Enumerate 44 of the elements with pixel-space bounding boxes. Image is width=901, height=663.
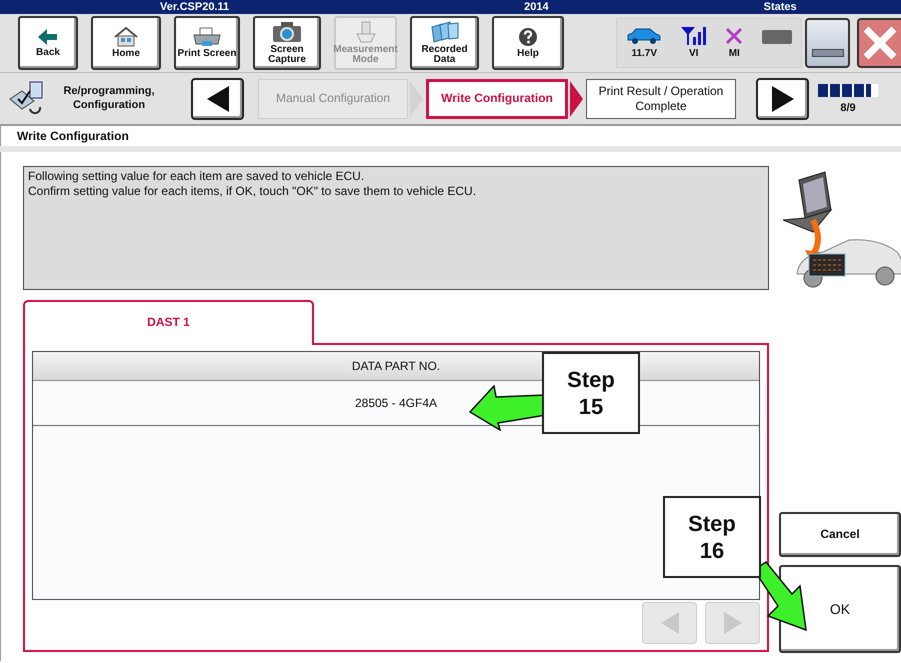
- folders-icon: [430, 20, 460, 42]
- progress-reading: 8/9: [840, 102, 856, 114]
- status-label: VI: [689, 48, 698, 60]
- title-text: States: [764, 2, 797, 12]
- message-text: Confirm setting value for each items, if OK, touch "OK" to save them to vehicle ECU.: [28, 184, 478, 199]
- help-button[interactable]: Help: [492, 16, 564, 70]
- signal-icon: [680, 26, 707, 44]
- table-cell-text: 28505 - 4GF4A: [354, 395, 438, 412]
- step-tab[interactable]: Write Configuration: [426, 78, 568, 118]
- printer-icon: [192, 26, 222, 47]
- print-screen-button[interactable]: Print Screen: [174, 16, 240, 70]
- step-tab[interactable]: Print Result / Operation Complete: [586, 78, 736, 118]
- camera-icon: [272, 20, 302, 42]
- tab[interactable]: DAST 1: [23, 300, 314, 345]
- step-bar-title: Re/programming, Configuration: [62, 85, 156, 112]
- back-arrow-icon: [38, 28, 58, 46]
- cross-icon: [725, 26, 744, 44]
- message-text: Following setting value for each item are saved to vehicle ECU.: [28, 169, 366, 184]
- chevron-icon: [570, 78, 584, 118]
- cancel-button[interactable]: Cancel: [779, 512, 901, 557]
- left-triangle-icon: [206, 86, 228, 112]
- close-button[interactable]: [857, 18, 901, 68]
- ok-button[interactable]: OK: [779, 565, 901, 653]
- status-label: 11.7V: [631, 48, 658, 60]
- battery-icon: [762, 30, 792, 44]
- car-icon: [626, 26, 662, 44]
- minimize-button[interactable]: [805, 18, 850, 68]
- previous-button[interactable]: [191, 78, 244, 120]
- left-triangle-icon: [660, 612, 678, 634]
- title-text: 2014: [524, 2, 549, 12]
- status-label: MI: [728, 48, 740, 60]
- home-button[interactable]: Home: [91, 16, 161, 70]
- close-icon: [862, 25, 898, 61]
- back-button[interactable]: Back: [18, 16, 78, 70]
- recorded-data-button[interactable]: Recorded Data: [410, 16, 479, 70]
- right-triangle-icon: [724, 612, 742, 634]
- screen-capture-button[interactable]: Screen Capture: [253, 16, 321, 70]
- help-icon: [518, 26, 538, 47]
- house-icon: [114, 26, 138, 47]
- next-button[interactable]: [756, 78, 809, 120]
- step-callout: Step 16: [663, 496, 761, 578]
- title-text: Ver.CSP20.11: [160, 2, 230, 12]
- meter-device-icon: [354, 20, 378, 42]
- right-triangle-icon: [772, 86, 794, 112]
